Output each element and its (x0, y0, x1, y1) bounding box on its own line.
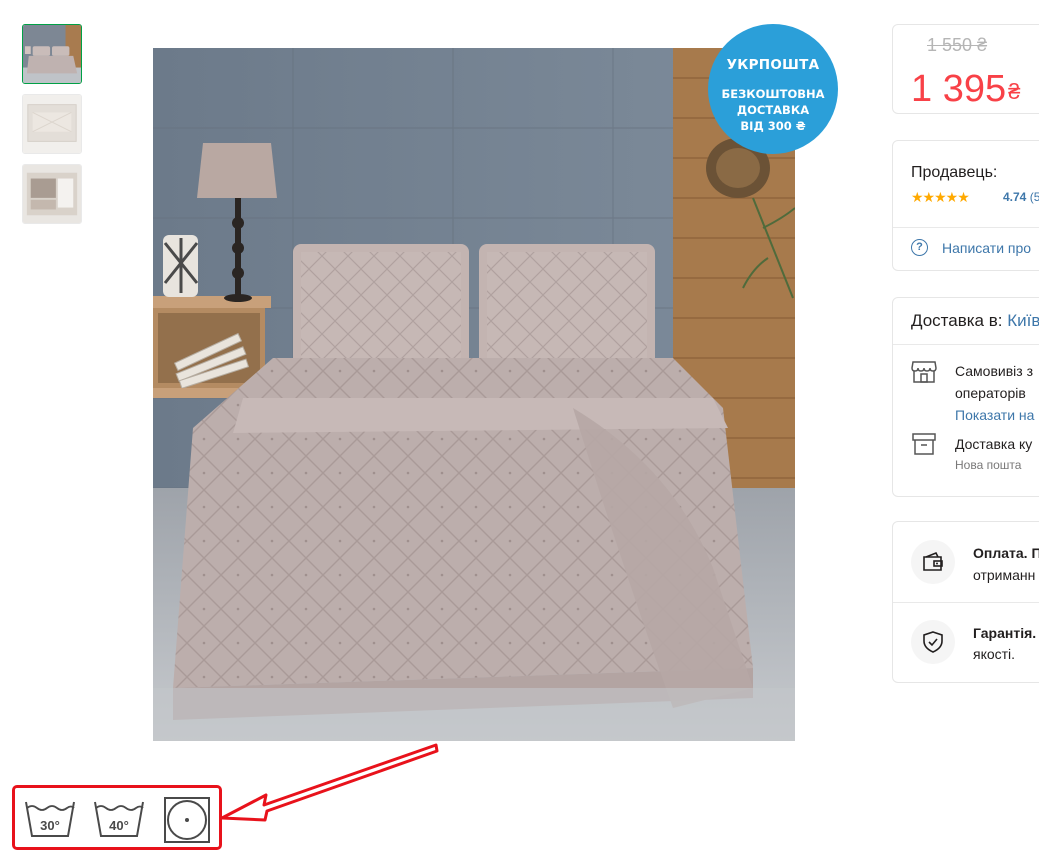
shield-check-icon (923, 631, 943, 653)
pickup-text-line-2: операторів (955, 385, 1026, 401)
promo-badge-title: УКРПОШТА (726, 57, 820, 73)
courier-box-icon (912, 433, 936, 455)
promo-badge-line-1: БЕЗКОШТОВНА (721, 87, 825, 101)
current-price: 1 395₴ (911, 70, 1020, 108)
courier-delivery-text: Доставка ку (955, 436, 1033, 452)
delivery-heading: Доставка в: Київ (911, 311, 1039, 331)
annotation-arrow (220, 743, 439, 822)
promo-badge-line-2: ДОСТАВКА (736, 103, 810, 117)
current-price-value: 1 395 (911, 68, 1007, 110)
seller-rating-count: (5 (1029, 190, 1039, 204)
payment-divider (893, 602, 1039, 603)
write-seller-link[interactable]: Написати про (942, 240, 1031, 256)
bedspread-thumbnail-image (23, 25, 81, 83)
product-main-image[interactable] (153, 48, 795, 741)
wash-40-label: 40° (109, 818, 129, 833)
courier-carrier: Нова пошта (955, 458, 1022, 472)
package-label-thumbnail-image (23, 165, 81, 223)
question-circle-icon: ? (911, 239, 928, 256)
wallet-icon-wrapper (911, 540, 955, 584)
thumbnail-package-front[interactable] (22, 94, 82, 154)
payment-text: отриманн (973, 567, 1036, 583)
old-price: 1 550 ₴ (927, 35, 988, 55)
price-card: 1 550 ₴ 1 395₴ (892, 24, 1039, 114)
delivery-city-link[interactable]: Київ (1007, 311, 1039, 330)
tumble-dry-low-icon (164, 797, 210, 843)
promo-badge-line-3: ВІД 300 ₴ (740, 119, 806, 133)
payment-warranty-card: Оплата. П отриманн Гарантія. якості. (892, 521, 1039, 683)
package-front-thumbnail-image (23, 95, 81, 153)
bedroom-scene-image (153, 48, 795, 741)
wallet-icon (923, 551, 943, 571)
pickup-text-line-1: Самовивіз з (955, 363, 1033, 379)
seller-divider (893, 227, 1039, 228)
warranty-title: Гарантія. (973, 625, 1037, 641)
warranty-text: якості. (973, 646, 1016, 662)
thumbnail-package-label[interactable] (22, 164, 82, 224)
seller-rating-value: 4.74 (1003, 190, 1027, 204)
wash-30-label: 30° (40, 818, 60, 833)
free-delivery-badge: УКРПОШТА БЕЗКОШТОВНА ДОСТАВКА ВІД 300 ₴ (708, 24, 838, 154)
delivery-divider (893, 344, 1039, 345)
currency-symbol: ₴ (1008, 79, 1021, 104)
seller-rating[interactable]: 4.74 (5 (1003, 190, 1039, 204)
delivery-card: Доставка в: Київ Самовивіз з операторів … (892, 297, 1039, 497)
wash-30-icon: 30° (25, 801, 75, 837)
payment-title: Оплата. П (973, 545, 1039, 561)
delivery-label: Доставка в: (911, 311, 1003, 330)
shield-icon-wrapper (911, 620, 955, 664)
care-instructions-highlight: 30° 40° (12, 785, 222, 850)
seller-rating-stars: ★★★★★ (911, 189, 970, 205)
show-on-map-link[interactable]: Показати на (955, 407, 1034, 423)
thumbnail-bedspread[interactable] (22, 24, 82, 84)
store-icon (911, 361, 937, 383)
seller-card: Продавець: ★★★★★ 4.74 (5 ? Написати про (892, 140, 1039, 271)
wash-40-icon: 40° (94, 801, 144, 837)
seller-label: Продавець: (911, 164, 998, 181)
